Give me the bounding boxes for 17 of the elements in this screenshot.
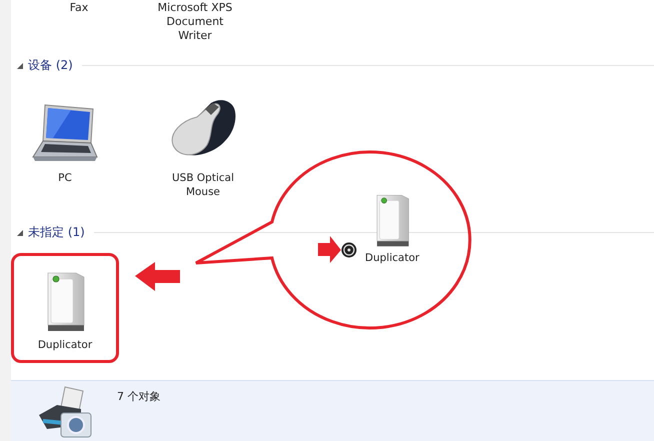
group-header[interactable]: 设备 (2) <box>28 57 73 74</box>
arrow-icon <box>318 236 341 263</box>
device-label[interactable]: Microsoft XPS Document Writer <box>155 1 235 43</box>
highlighted-device[interactable]: Duplicator <box>11 253 119 363</box>
group-header[interactable]: 未指定 (1) <box>28 224 85 241</box>
device-label: PC <box>57 171 73 185</box>
device-label: Duplicator <box>365 251 420 266</box>
item-count: 7 个对象 <box>117 389 160 405</box>
device-label: USB Optical Mouse <box>171 171 235 199</box>
device-label: Duplicator <box>36 338 94 352</box>
device-item[interactable]: USB Optical Mouse <box>149 86 257 210</box>
collapse-icon[interactable] <box>17 62 23 68</box>
collapse-icon[interactable] <box>17 230 23 236</box>
device-item[interactable]: PC <box>11 86 119 210</box>
device-label[interactable]: Fax <box>39 1 119 43</box>
arrow-icon <box>135 262 180 291</box>
disc-icon <box>341 242 357 258</box>
